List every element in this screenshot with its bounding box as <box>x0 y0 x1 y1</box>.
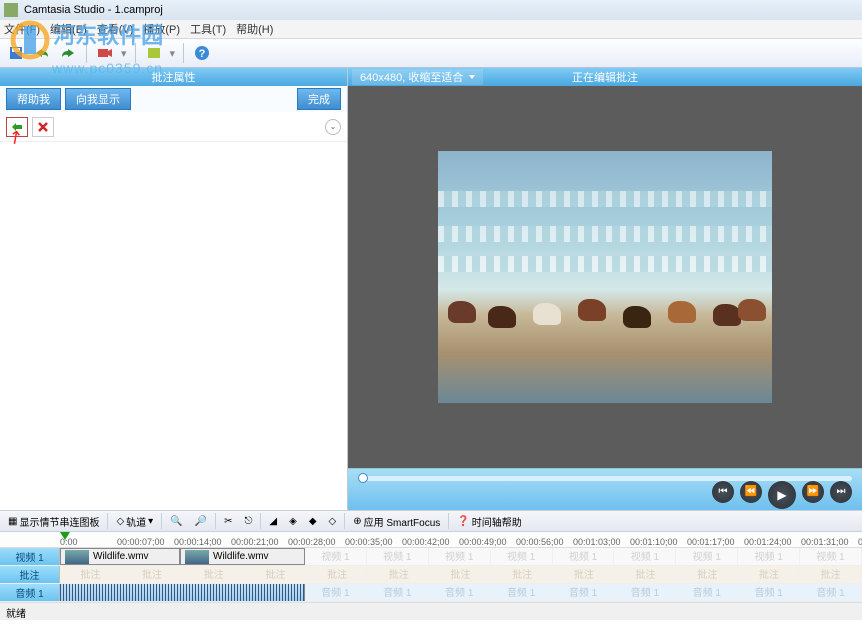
dimensions-dropdown[interactable]: 640x480, 收缩至适合 <box>352 69 483 85</box>
zoom-out-icon[interactable]: 🔎 <box>191 516 211 527</box>
menu-bar: 文件(F) 编辑(E) 查看(V) 播放(P) 工具(T) 帮助(H) <box>0 20 862 38</box>
menu-file[interactable]: 文件(F) <box>4 21 40 37</box>
video-preview[interactable] <box>348 86 862 468</box>
svg-text:?: ? <box>199 48 206 60</box>
time-tick: 00:00:21;00 <box>231 537 279 547</box>
time-tick: 00:01:24;00 <box>744 537 792 547</box>
smartfocus-button[interactable]: ⊕ 应用 SmartFocus <box>349 514 444 529</box>
time-tick: 00:00:42;00 <box>402 537 450 547</box>
menu-play[interactable]: 播放(P) <box>143 21 180 37</box>
menu-edit[interactable]: 编辑(E) <box>50 21 87 37</box>
preview-panel: 640x480, 收缩至适合 正在编辑批注 ⏮ ⏪ ▶ ⏩ ⏭ <box>348 68 862 510</box>
tool-c-icon[interactable]: ◇ <box>325 516 341 527</box>
preview-header: 640x480, 收缩至适合 正在编辑批注 <box>348 68 862 86</box>
play-button[interactable]: ▶ <box>768 481 796 509</box>
properties-panel: 批注属性 帮助我 向我显示 完成 ⌄ ↗ <box>0 68 348 510</box>
delete-callout-button[interactable] <box>32 117 54 137</box>
save-icon[interactable] <box>6 43 26 63</box>
properties-header: 批注属性 <box>0 68 347 86</box>
playback-controls: ⏮ ⏪ ▶ ⏩ ⏭ <box>348 468 862 510</box>
time-tick: 00:01:10;00 <box>630 537 678 547</box>
done-button[interactable]: 完成 <box>297 88 341 110</box>
menu-help[interactable]: 帮助(H) <box>236 21 273 37</box>
video-ghost: 视频 1视频 1视频 1视频 1视频 1视频 1视频 1视频 1视频 1 <box>305 548 862 565</box>
record-icon[interactable] <box>95 43 115 63</box>
audio-track: 音频 1 音频 1音频 1音频 1音频 1音频 1音频 1音频 1音频 1音频 … <box>0 584 862 602</box>
video-clip-1[interactable]: Wildlife.wmv <box>60 548 180 565</box>
next-button[interactable]: ⏭ <box>830 481 852 503</box>
menu-tools[interactable]: 工具(T) <box>190 21 226 37</box>
annotation-track-head[interactable]: 批注 <box>0 566 60 583</box>
time-ruler[interactable]: 0:00 00:00:07;00 00:00:14;00 00:00:21;00 00:… <box>0 532 862 548</box>
window-title: Camtasia Studio - 1.camproj <box>24 4 163 16</box>
show-me-button[interactable]: 向我显示 <box>65 88 131 110</box>
main-toolbar: ▾ ▾ ? <box>0 38 862 68</box>
audio-ghost: 音频 1音频 1音频 1音频 1音频 1音频 1音频 1音频 1音频 1 <box>305 584 862 601</box>
video-clip-2[interactable]: Wildlife.wmv <box>180 548 305 565</box>
video-track-head[interactable]: 视频 1 <box>0 548 60 565</box>
timeline-help-button[interactable]: ❓ 时间轴帮助 <box>453 514 525 529</box>
video-track: 视频 1 Wildlife.wmv Wildlife.wmv 视频 1视频 1视… <box>0 548 862 566</box>
help-icon[interactable]: ? <box>192 43 212 63</box>
undo-icon[interactable] <box>32 43 52 63</box>
time-tick: 00:00:49;00 <box>459 537 507 547</box>
fade-icon[interactable]: ◢ <box>265 516 281 527</box>
audio-clip[interactable] <box>60 584 305 601</box>
zoom-in-icon[interactable]: 🔍 <box>166 516 186 527</box>
app-icon <box>4 3 18 17</box>
time-tick: 00:00:28;00 <box>288 537 336 547</box>
forward-button[interactable]: ⏩ <box>802 481 824 503</box>
time-tick: 00:00:56;00 <box>516 537 564 547</box>
tool-a-icon[interactable]: ◈ <box>285 516 301 527</box>
audio-track-head[interactable]: 音频 1 <box>0 584 60 601</box>
status-bar: 就绪 <box>0 602 862 620</box>
time-tick: 00:00:14;00 <box>174 537 222 547</box>
prev-button[interactable]: ⏮ <box>712 481 734 503</box>
time-tick: 00:01:03;00 <box>573 537 621 547</box>
time-tick: 00:01:10;00 <box>858 537 862 547</box>
time-tick: 00:00:07;00 <box>117 537 165 547</box>
collapse-button[interactable]: ⌄ <box>325 119 341 135</box>
timeline-toolbar: ▦ 显示情节串连图板 ◇ 轨道 ▾ 🔍 🔎 ✂ ⎋ ◢ ◈ ◆ ◇ ⊕ 应用 S… <box>0 510 862 532</box>
tool-b-icon[interactable]: ◆ <box>305 516 321 527</box>
help-me-button[interactable]: 帮助我 <box>6 88 61 110</box>
add-callout-button[interactable] <box>6 117 28 137</box>
rewind-button[interactable]: ⏪ <box>740 481 762 503</box>
annotation-track: 批注 批注批注批注批注批注批注批注批注批注批注批注批注批注 <box>0 566 862 584</box>
time-tick: 00:00:35;00 <box>345 537 393 547</box>
preview-title: 正在编辑批注 <box>572 69 638 85</box>
seek-bar[interactable] <box>358 476 852 481</box>
storyboard-toggle[interactable]: ▦ 显示情节串连图板 <box>4 514 103 529</box>
time-tick: 0:00 <box>60 537 78 547</box>
split-icon[interactable]: ⎋ <box>240 516 256 527</box>
produce-icon[interactable] <box>144 43 164 63</box>
time-tick: 00:01:17;00 <box>687 537 735 547</box>
redo-icon[interactable] <box>58 43 78 63</box>
cut-icon[interactable]: ✂ <box>220 516 236 527</box>
video-frame <box>438 151 772 403</box>
track-menu[interactable]: ◇ 轨道 ▾ <box>112 514 157 529</box>
menu-view[interactable]: 查看(V) <box>97 21 134 37</box>
annot-ghost: 批注批注批注批注批注批注批注批注批注批注批注批注批注 <box>60 566 862 583</box>
title-bar: Camtasia Studio - 1.camproj <box>0 0 862 20</box>
time-tick: 00:01:31;00 <box>801 537 849 547</box>
